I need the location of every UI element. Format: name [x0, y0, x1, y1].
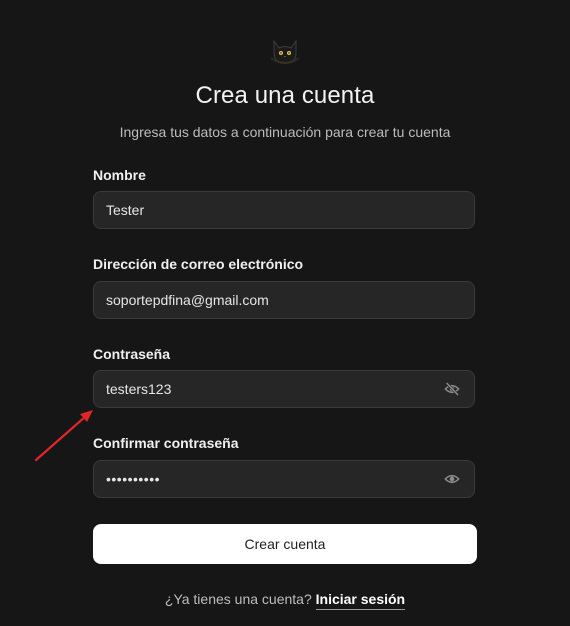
eye-off-icon[interactable] — [443, 380, 461, 398]
confirm-password-input[interactable] — [94, 461, 443, 497]
name-field[interactable] — [93, 191, 475, 229]
page-subtitle: Ingresa tus datos a continuación para cr… — [119, 124, 451, 140]
email-input[interactable] — [94, 282, 474, 318]
cat-logo-icon — [268, 36, 302, 66]
login-prompt-text: ¿Ya tienes una cuenta? — [164, 591, 312, 607]
confirm-password-label: Confirmar contraseña — [93, 435, 239, 451]
create-account-button[interactable]: Crear cuenta — [93, 524, 477, 564]
login-prompt: ¿Ya tienes una cuenta? Iniciar sesión — [0, 591, 570, 610]
page-title: Crea una cuenta — [195, 82, 375, 109]
password-input[interactable] — [94, 371, 443, 407]
password-label: Contraseña — [93, 346, 171, 362]
eye-icon[interactable] — [443, 470, 461, 488]
email-label: Dirección de correo electrónico — [93, 256, 304, 272]
password-field[interactable] — [93, 370, 475, 408]
confirm-password-field[interactable] — [93, 460, 475, 498]
name-label: Nombre — [93, 167, 146, 183]
signup-page: Crea una cuenta Ingresa tus datos a cont… — [0, 0, 570, 626]
name-input[interactable] — [94, 192, 474, 228]
login-link[interactable]: Iniciar sesión — [315, 591, 406, 610]
email-field[interactable] — [93, 281, 475, 319]
